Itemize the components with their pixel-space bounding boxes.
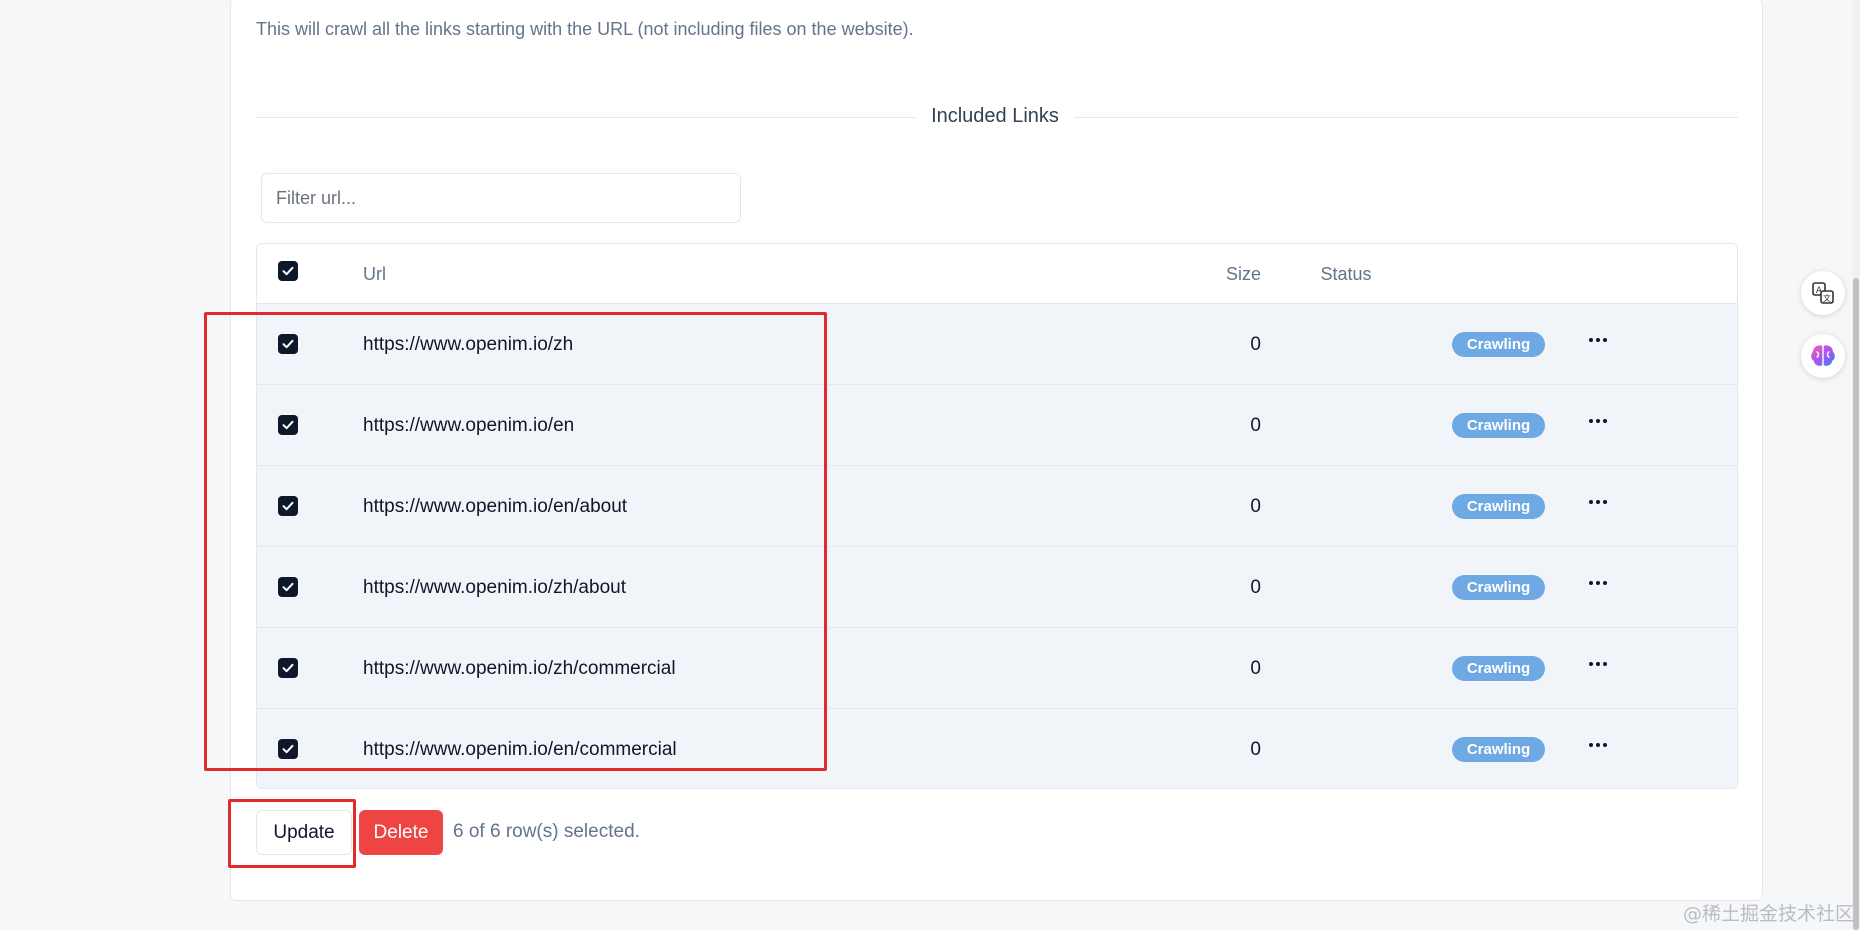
status-badge: Crawling <box>1452 332 1545 357</box>
row-checkbox[interactable] <box>278 739 298 759</box>
status-badge: Crawling <box>1452 737 1545 762</box>
more-horizontal-icon[interactable] <box>1585 652 1611 676</box>
more-horizontal-icon[interactable] <box>1585 409 1611 433</box>
delete-button[interactable]: Delete <box>359 810 443 855</box>
table-row[interactable]: https://www.openim.io/zh/about 0 Crawling <box>257 547 1737 628</box>
watermark: @稀土掘金技术社区 <box>1682 903 1854 925</box>
check-icon <box>282 582 294 592</box>
table-row[interactable]: https://www.openim.io/en 0 Crawling <box>257 385 1737 466</box>
column-header-status[interactable]: Status <box>1295 264 1397 285</box>
row-url: https://www.openim.io/zh <box>363 334 574 355</box>
check-icon <box>282 663 294 673</box>
column-header-size[interactable]: Size <box>1226 264 1261 285</box>
ai-brain-float-button[interactable] <box>1801 334 1845 378</box>
brain-icon <box>1811 345 1835 366</box>
section-title: Included Links <box>931 105 1059 127</box>
table-row[interactable]: https://www.openim.io/zh 0 Crawling <box>257 304 1737 385</box>
check-icon <box>282 744 294 754</box>
row-size: 0 <box>1250 739 1261 760</box>
row-checkbox[interactable] <box>278 577 298 597</box>
row-size: 0 <box>1250 496 1261 517</box>
translate-icon: A 文 <box>1812 282 1834 304</box>
row-url: https://www.openim.io/en/about <box>363 496 628 517</box>
divider-line-left <box>256 117 916 118</box>
table-row[interactable]: https://www.openim.io/en/commercial 0 Craw… <box>257 709 1737 788</box>
divider-line-right <box>1074 117 1738 118</box>
table-row[interactable]: https://www.openim.io/zh/commercial 0 Craw… <box>257 628 1737 709</box>
status-badge: Crawling <box>1452 494 1545 519</box>
check-icon <box>282 420 294 430</box>
scrollbar-thumb[interactable] <box>1853 278 1859 930</box>
status-badge: Crawling <box>1452 656 1545 681</box>
row-size: 0 <box>1250 577 1261 598</box>
more-horizontal-icon[interactable] <box>1585 490 1611 514</box>
row-url: https://www.openim.io/en <box>363 415 575 436</box>
select-all-checkbox[interactable] <box>278 261 298 281</box>
more-horizontal-icon[interactable] <box>1585 328 1611 352</box>
row-size: 0 <box>1250 334 1261 355</box>
row-size: 0 <box>1250 658 1261 679</box>
table-body: https://www.openim.io/zh 0 Crawling https:/… <box>257 304 1737 788</box>
update-button[interactable]: Update <box>256 810 352 855</box>
links-table: Url Size Status https://www.openim.io/zh… <box>256 243 1738 789</box>
status-badge: Crawling <box>1452 413 1545 438</box>
table-header: Url Size Status <box>257 244 1737 304</box>
table-row[interactable]: https://www.openim.io/en/about 0 Crawling <box>257 466 1737 547</box>
selection-status: 6 of 6 row(s) selected. <box>453 821 640 842</box>
row-url: https://www.openim.io/en/commercial <box>363 739 677 760</box>
more-horizontal-icon[interactable] <box>1585 733 1611 757</box>
row-url: https://www.openim.io/zh/about <box>363 577 626 598</box>
check-icon <box>282 501 294 511</box>
check-icon <box>282 339 294 349</box>
row-url: https://www.openim.io/zh/commercial <box>363 658 676 679</box>
row-checkbox[interactable] <box>278 334 298 354</box>
crawl-description: This will crawl all the links starting w… <box>256 19 914 39</box>
row-size: 0 <box>1250 415 1261 436</box>
column-header-url[interactable]: Url <box>363 264 386 285</box>
check-icon <box>282 266 294 276</box>
more-horizontal-icon[interactable] <box>1585 571 1611 595</box>
svg-text:文: 文 <box>1823 293 1831 303</box>
translate-float-button[interactable]: A 文 <box>1801 271 1845 315</box>
row-checkbox[interactable] <box>278 658 298 678</box>
filter-url-input[interactable] <box>261 173 741 223</box>
status-badge: Crawling <box>1452 575 1545 600</box>
row-checkbox[interactable] <box>278 496 298 516</box>
row-checkbox[interactable] <box>278 415 298 435</box>
